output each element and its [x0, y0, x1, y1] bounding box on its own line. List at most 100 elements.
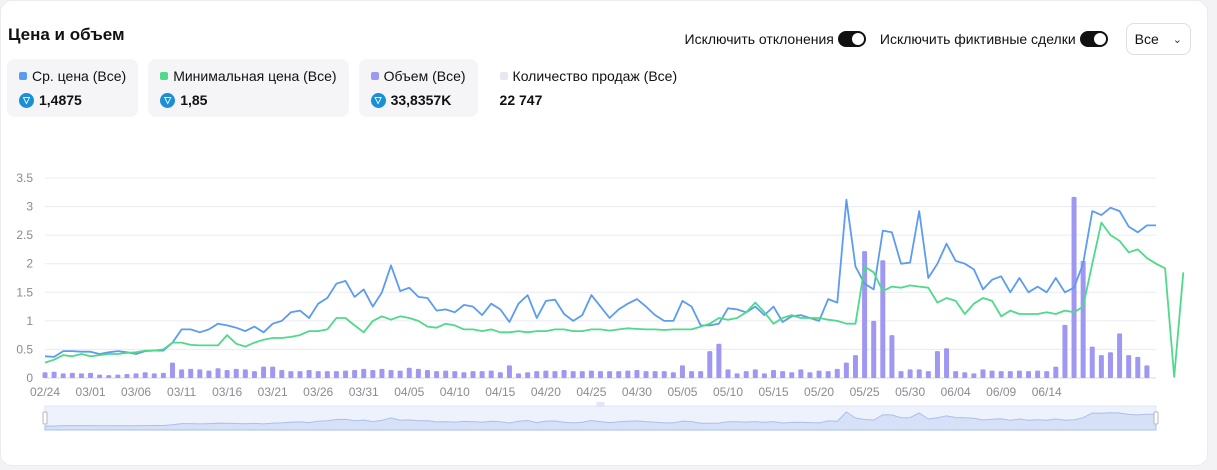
volume-bar: [634, 370, 640, 378]
volume-bar: [1126, 355, 1132, 378]
volume-bar: [552, 371, 558, 378]
legend-swatch: [370, 72, 379, 80]
x-tick-label: 03/31: [349, 385, 379, 399]
x-tick-label: 05/15: [759, 385, 789, 399]
volume-bar: [843, 362, 849, 378]
stat-sales-count[interactable]: Количество продаж (Все) 22 747: [488, 59, 690, 117]
exclude-outliers-toggle[interactable]: [837, 31, 866, 47]
volume-bar: [1026, 371, 1032, 378]
exclude-wash-toggle[interactable]: [1079, 31, 1108, 47]
volume-bar: [315, 371, 321, 378]
x-tick-label: 03/11: [167, 385, 196, 399]
y-tick-label: 2: [26, 257, 33, 271]
volume-bar: [415, 368, 421, 378]
toggle-knob: [1093, 33, 1106, 45]
x-tick-label: 03/26: [303, 385, 333, 399]
volume-bar: [188, 368, 194, 378]
volume-bar: [652, 371, 658, 378]
volume-bar: [1035, 370, 1041, 378]
volume-bar: [834, 368, 840, 378]
x-tick-label: 06/04: [941, 385, 971, 399]
toggle-knob: [851, 33, 864, 45]
stat-avg-price[interactable]: Ср. цена (Все) ▽ 1,4875: [7, 59, 139, 117]
volume-bar: [980, 369, 986, 378]
volume-bar: [306, 370, 312, 378]
volume-bar: [716, 343, 722, 378]
volume-bar: [51, 371, 57, 378]
x-tick-label: 04/15: [485, 385, 515, 399]
volume-bar: [78, 373, 84, 378]
volume-bar: [971, 373, 977, 378]
volume-bar: [752, 369, 758, 378]
volume-bar: [379, 368, 385, 378]
volume-bar: [142, 372, 148, 378]
y-tick-label: 1.5: [16, 285, 33, 299]
volume-bar: [160, 372, 166, 378]
volume-bar: [479, 371, 485, 378]
volume-bar: [925, 371, 931, 378]
volume-bar: [242, 369, 248, 378]
volume-bar: [598, 371, 603, 378]
ton-icon: ▽: [19, 92, 34, 108]
volume-bar: [470, 371, 476, 378]
volume-bar: [1080, 260, 1086, 378]
volume-bar: [689, 371, 695, 378]
legend-swatch: [160, 72, 169, 80]
volume-bar: [1117, 333, 1123, 378]
volume-bar: [361, 368, 367, 378]
card-title: Цена и объем: [8, 25, 125, 44]
volume-bar: [151, 373, 157, 378]
volume-bar: [370, 370, 376, 378]
volume-bar: [1062, 324, 1068, 378]
price-volume-card: Цена и объем Исключить отклонения Исключ…: [0, 0, 1208, 466]
volume-bar: [953, 371, 959, 378]
stat-min-price[interactable]: Минимальная цена (Все) ▽ 1,85: [148, 59, 349, 117]
exclude-outliers-control: Исключить отклонения: [685, 31, 866, 47]
x-tick-label: 03/16: [212, 385, 242, 399]
volume-bar: [516, 373, 522, 378]
volume-bar: [761, 373, 767, 378]
volume-bar: [907, 369, 913, 378]
controls: Исключить отклонения Исключить фиктивные…: [685, 23, 1191, 55]
volume-bar: [525, 372, 531, 378]
volume-bar: [816, 370, 822, 378]
filter-select[interactable]: Все ⌄: [1125, 23, 1191, 55]
exclude-wash-label: Исключить фиктивные сделки: [879, 31, 1076, 47]
volume-bar: [452, 371, 458, 378]
x-tick-label: 06/09: [986, 385, 1016, 399]
volume-bar: [288, 371, 294, 378]
volume-bar: [679, 365, 685, 378]
volume-bar: [889, 335, 895, 378]
x-tick-label: 03/21: [258, 385, 288, 399]
volume-bar: [343, 370, 349, 378]
volume-bar: [434, 371, 440, 378]
volume-bar: [998, 371, 1004, 378]
volume-bar: [1053, 366, 1059, 378]
volume-bar: [825, 371, 831, 378]
volume-bar: [169, 362, 175, 378]
volume-bar: [115, 374, 121, 378]
volume-bar: [333, 371, 339, 378]
volume-bar: [488, 370, 494, 378]
volume-bar: [1135, 356, 1141, 378]
stat-label: Объем (Все): [383, 68, 466, 84]
volume-bar: [397, 370, 403, 378]
x-tick-label: 05/10: [713, 385, 743, 399]
x-tick-label: 04/05: [394, 385, 424, 399]
chevron-down-icon: ⌄: [1172, 33, 1182, 46]
stat-volume[interactable]: Объем (Все) ▽ 33,8357K: [358, 59, 478, 117]
volume-bar: [324, 371, 330, 378]
volume-bar: [233, 368, 239, 378]
avg-price-line: [44, 198, 1156, 358]
y-tick-label: 3.5: [16, 171, 33, 185]
volume-bar: [734, 373, 740, 378]
volume-bar: [506, 365, 512, 378]
x-tick-label: 03/06: [121, 385, 151, 399]
volume-bar: [725, 369, 731, 378]
volume-bar: [561, 370, 567, 378]
volume-bar: [1007, 371, 1013, 378]
volume-bar: [625, 370, 631, 378]
volume-bar: [443, 370, 449, 378]
y-tick-label: 2.5: [16, 228, 33, 242]
volume-bar: [106, 375, 112, 378]
